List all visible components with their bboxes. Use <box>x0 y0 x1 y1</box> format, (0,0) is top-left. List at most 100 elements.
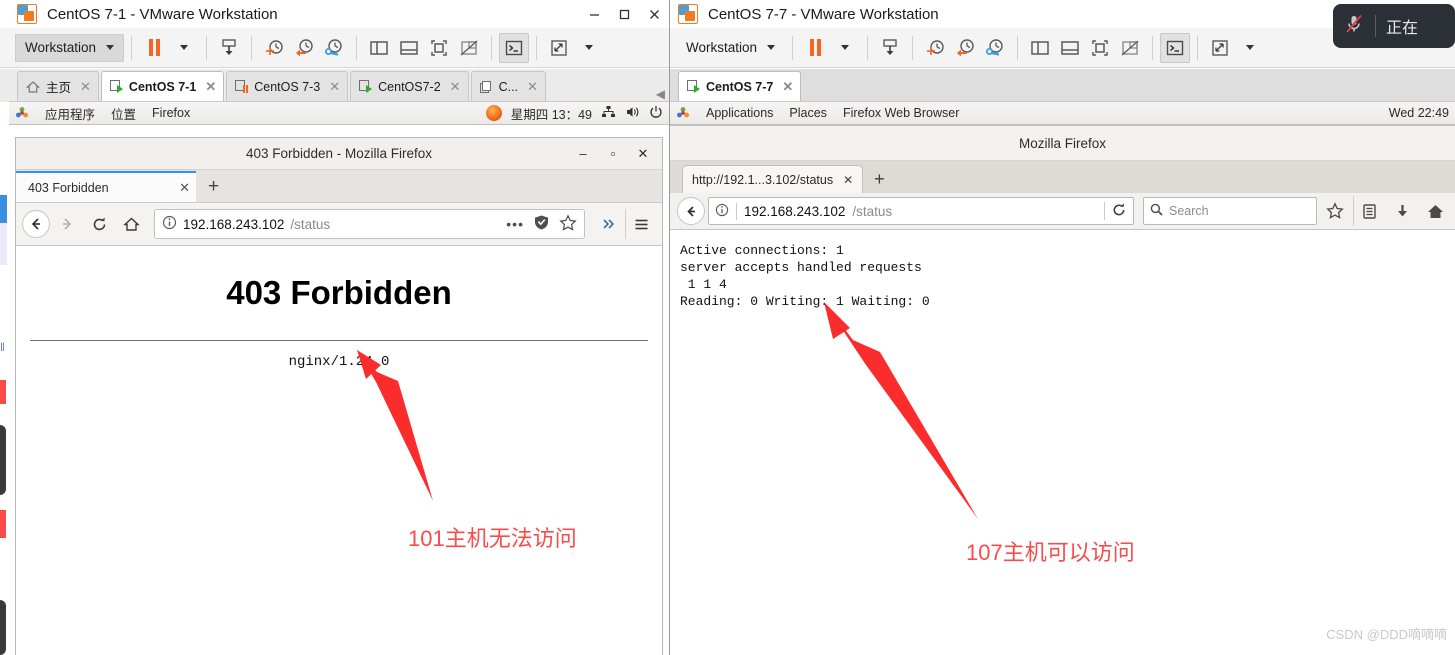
show-library-button[interactable] <box>364 33 394 63</box>
volume-icon[interactable] <box>625 105 640 122</box>
snapshot-manager-button[interactable] <box>980 33 1010 63</box>
home-icon[interactable] <box>116 209 146 239</box>
page-actions-icon[interactable]: ••• <box>506 216 524 232</box>
minimize-icon[interactable]: – <box>568 146 598 161</box>
forward-icon[interactable] <box>52 209 82 239</box>
hamburger-menu-icon[interactable] <box>625 209 656 239</box>
address-bar[interactable]: 192.168.243.102/status <box>708 197 1134 225</box>
left-vm-title: CentOS 7-1 - VMware Workstation <box>47 5 278 23</box>
stretch-button[interactable] <box>1205 33 1235 63</box>
close-icon[interactable] <box>639 1 669 27</box>
snapshot-revert-button[interactable] <box>950 33 980 63</box>
snapshot-take-button[interactable] <box>920 33 950 63</box>
guest-clock[interactable]: Wed 22:49 <box>1389 106 1449 120</box>
home-icon[interactable] <box>1420 196 1450 226</box>
mic-status-overlay[interactable]: 正在 <box>1333 4 1455 48</box>
network-icon[interactable] <box>601 105 616 122</box>
shield-icon[interactable] <box>533 214 550 234</box>
background-sliver-text: ‖ <box>0 340 5 354</box>
suspend-dropdown[interactable] <box>169 33 199 63</box>
minimize-icon[interactable] <box>579 1 609 27</box>
vm-tab-centos-7-1[interactable]: CentOS 7-1 ✕ <box>100 71 225 101</box>
console-button[interactable] <box>1160 32 1191 63</box>
close-icon[interactable]: ✕ <box>450 79 461 95</box>
right-firefox-title: Mozilla Firefox <box>1018 135 1107 151</box>
close-icon[interactable]: ✕ <box>205 79 216 95</box>
applications-icon <box>676 106 690 120</box>
maximize-icon[interactable]: ▫ <box>598 146 628 161</box>
back-icon[interactable] <box>22 210 50 238</box>
chevron-left-icon[interactable]: ◀ <box>656 87 665 101</box>
reload-icon[interactable] <box>1111 202 1127 221</box>
power-button[interactable] <box>214 33 244 63</box>
stretch-dropdown[interactable] <box>574 33 604 63</box>
close-icon[interactable]: ✕ <box>179 180 190 196</box>
vm-tab-home[interactable]: 主页 ✕ <box>17 71 99 101</box>
back-icon[interactable] <box>677 197 705 225</box>
snapshot-add-icon <box>266 39 283 55</box>
fullscreen-button[interactable] <box>424 33 454 63</box>
stretch-button[interactable] <box>544 33 574 63</box>
fullscreen-button[interactable] <box>1085 33 1115 63</box>
guest-menu-app-name[interactable]: Firefox <box>152 106 190 120</box>
stretch-dropdown[interactable] <box>1235 33 1265 63</box>
guest-menu-app-name[interactable]: Firefox Web Browser <box>843 106 959 120</box>
new-tab-button[interactable]: + <box>196 176 231 202</box>
unity-button[interactable] <box>1115 33 1145 63</box>
search-bar[interactable]: Search <box>1143 197 1317 225</box>
reload-icon[interactable] <box>84 209 114 239</box>
browser-tab-403[interactable]: 403 Forbidden ✕ <box>16 171 196 202</box>
bookmark-star-icon[interactable] <box>559 213 577 235</box>
power-button[interactable] <box>875 33 905 63</box>
suspend-button[interactable] <box>139 33 169 63</box>
library-icon[interactable] <box>1353 196 1384 226</box>
console-button[interactable] <box>499 32 530 63</box>
vmware-logo-icon <box>678 4 698 24</box>
guest-menu-places[interactable]: Places <box>789 106 827 120</box>
suspend-dropdown[interactable] <box>830 33 860 63</box>
downloads-icon[interactable] <box>1387 196 1417 226</box>
guest-menu-applications[interactable]: 应用程序 <box>45 104 95 123</box>
workstation-menu-button[interactable]: Workstation <box>15 33 125 62</box>
snapshot-revert-button[interactable] <box>289 33 319 63</box>
snapshot-take-button[interactable] <box>259 33 289 63</box>
chevron-down-icon <box>841 45 850 50</box>
maximize-icon[interactable] <box>609 1 639 27</box>
browser-tab-status[interactable]: http://192.1...3.102/status ✕ <box>682 165 864 193</box>
page-info-icon[interactable] <box>715 203 729 220</box>
close-icon[interactable]: ✕ <box>628 146 658 162</box>
close-icon[interactable]: ✕ <box>80 79 91 95</box>
expand-arrows-icon <box>1212 39 1228 56</box>
show-library-button[interactable] <box>1025 33 1055 63</box>
guest-menu-applications[interactable]: Applications <box>706 106 773 120</box>
guest-menu-places[interactable]: 位置 <box>111 104 136 123</box>
microphone-muted-icon[interactable] <box>1343 13 1365 40</box>
vm-tab-centos7-2[interactable]: CentOS7-2 ✕ <box>350 71 469 101</box>
close-icon[interactable]: ✕ <box>329 79 340 95</box>
vm-tab-centos-7-7[interactable]: CentOS 7-7 ✕ <box>678 71 802 101</box>
show-thumbnail-button[interactable] <box>1055 33 1085 63</box>
close-icon[interactable]: ✕ <box>782 79 793 95</box>
suspend-button[interactable] <box>800 33 830 63</box>
page-info-icon[interactable] <box>162 215 177 233</box>
vm-tab-overflow[interactable]: C... ✕ <box>470 71 546 101</box>
address-bar[interactable]: 192.168.243.102/status ••• <box>154 209 585 239</box>
guest-clock[interactable]: 星期四 13：49 <box>511 104 592 123</box>
unity-button[interactable] <box>454 33 484 63</box>
new-tab-button[interactable]: + <box>863 169 896 193</box>
snapshot-manager-button[interactable] <box>319 33 349 63</box>
left-vmware-window: CentOS 7-1 - VMware Workstation Workstat… <box>9 0 670 655</box>
vm-tab-scroll-controls[interactable]: ◀ <box>656 87 669 101</box>
page-heading: 403 Forbidden <box>226 274 452 311</box>
pause-icon <box>809 39 821 56</box>
workstation-menu-button[interactable]: Workstation <box>676 34 785 62</box>
power-icon[interactable] <box>649 105 663 122</box>
vm-tab-centos-7-3[interactable]: CentOS 7-3 ✕ <box>226 71 349 101</box>
overlay-divider <box>1375 15 1376 37</box>
bookmark-star-icon[interactable] <box>1320 196 1350 226</box>
vm-tab-label: CentOS 7-1 <box>128 79 197 94</box>
chevron-double-right-icon[interactable] <box>593 209 623 239</box>
close-icon[interactable]: ✕ <box>843 173 853 187</box>
close-icon[interactable]: ✕ <box>527 79 538 95</box>
show-thumbnail-button[interactable] <box>394 33 424 63</box>
